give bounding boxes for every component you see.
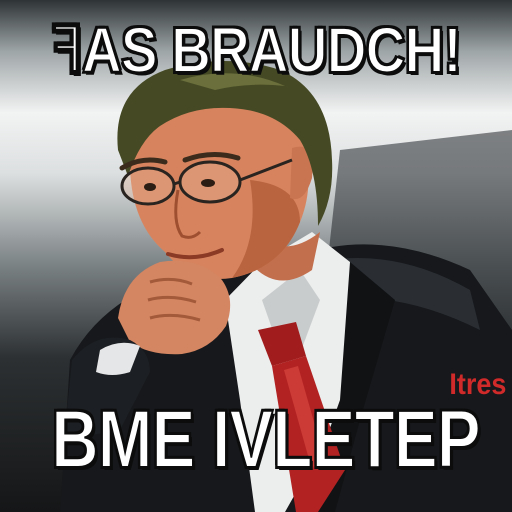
eye-left [144,183,156,191]
meme-poster: ꟻAS BRAUDCH! Itres BME IVLETEP [0,0,512,512]
glasses-bridge [173,180,181,186]
caption-top: ꟻAS BRAUDCH! [50,13,462,87]
caption-bottom: BME IVLETEP [50,393,481,486]
hand [118,260,231,355]
eye-right [201,179,215,187]
